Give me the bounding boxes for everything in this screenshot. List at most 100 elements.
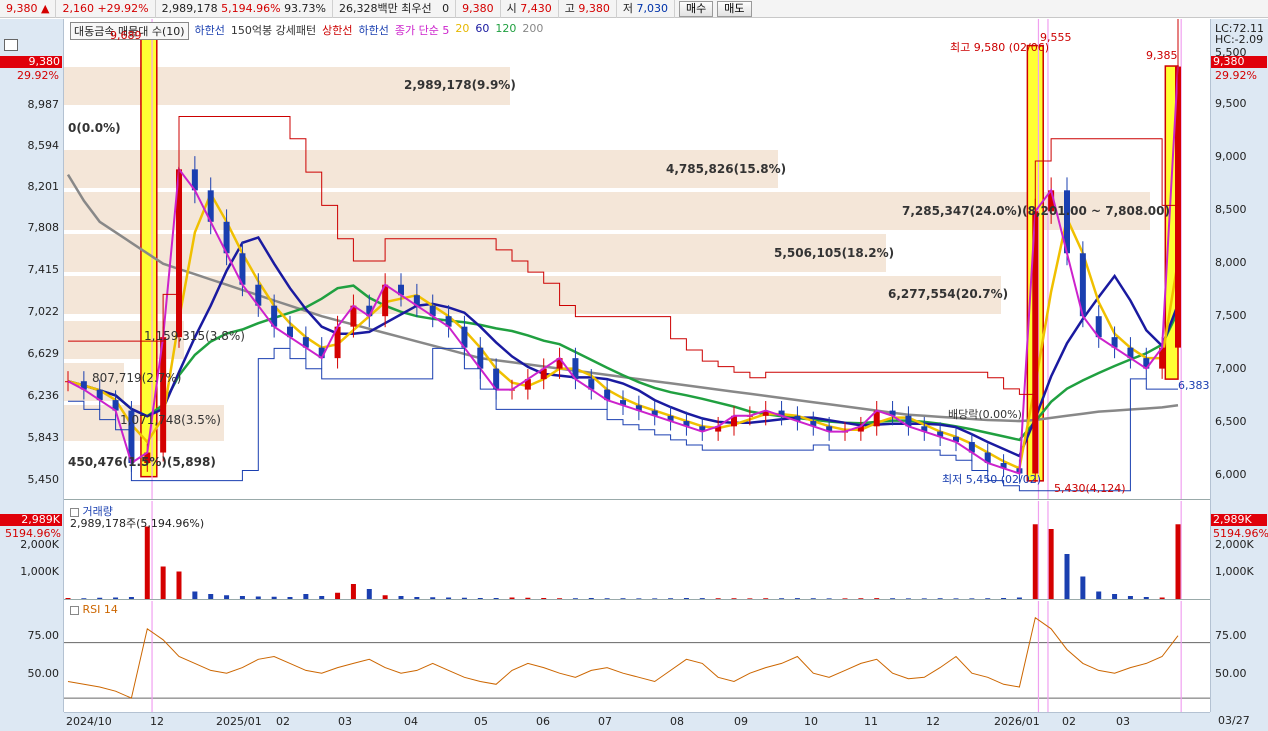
volume-bar[interactable] <box>557 598 563 599</box>
volume-bar[interactable] <box>715 598 721 599</box>
volume-bar[interactable] <box>461 597 467 599</box>
x-axis-tick: 11 <box>864 715 878 728</box>
volume-bar[interactable] <box>192 591 198 600</box>
vp-label: 5,506,105(18.2%) <box>774 246 895 260</box>
rsi-panel[interactable]: RSI 14 <box>64 601 1210 712</box>
volume-bar[interactable] <box>890 598 896 599</box>
high-left-label: 9,689 <box>110 29 142 42</box>
volume-bar[interactable] <box>858 598 864 599</box>
volume-bar[interactable] <box>1159 597 1165 600</box>
volume-bar[interactable] <box>81 598 87 599</box>
volume-bar[interactable] <box>477 598 483 599</box>
volume-bar[interactable] <box>430 597 436 599</box>
volume-bar[interactable] <box>176 571 182 600</box>
x-axis-tick: 10 <box>804 715 818 728</box>
volume-bar[interactable] <box>414 597 420 599</box>
volume-bar[interactable] <box>319 596 325 599</box>
current-price: 9,380 ▲ <box>0 0 57 18</box>
legend-item: 120 <box>495 22 517 35</box>
volume-bar[interactable] <box>905 598 911 599</box>
legend-item: 하한선 <box>194 24 225 37</box>
volume-bar[interactable] <box>1096 591 1102 600</box>
legend-item: 150억봉 강세패턴 <box>230 24 317 37</box>
volume-bar[interactable] <box>826 598 832 599</box>
hc-value: HC:-2.09 <box>1215 33 1264 46</box>
price-chart-panel[interactable]: 대동금속 매물대 수(10) 하한선 150억봉 강세패턴 상한선 하한선 종가… <box>64 19 1210 500</box>
volume-bar[interactable] <box>763 598 769 599</box>
volume-bar[interactable] <box>794 598 800 599</box>
panel-toggle-icon[interactable] <box>70 605 79 615</box>
volume-bar[interactable] <box>620 598 626 599</box>
volume-bar[interactable] <box>335 592 341 599</box>
volume-bar[interactable] <box>144 526 150 600</box>
volume-bar[interactable] <box>255 596 261 600</box>
right-axis-label: 8,500 <box>1215 203 1247 216</box>
left-axis-label: 8,987 <box>27 98 60 111</box>
volume-bar[interactable] <box>113 597 119 600</box>
volume-bar[interactable] <box>541 598 547 599</box>
volume-bar[interactable] <box>1048 529 1054 599</box>
x-axis-tick: 05 <box>474 715 488 728</box>
vp-label: 1,159,315(3.8%) <box>144 329 245 343</box>
right-axis-label: 9,500 <box>1215 97 1247 110</box>
volume-bar[interactable] <box>937 598 943 599</box>
volume-bar[interactable] <box>636 598 642 599</box>
volume-bar[interactable] <box>239 596 245 599</box>
volume-panel[interactable]: 거래량 2,989,178주(5,194.96%) <box>64 501 1210 600</box>
volume-bar[interactable] <box>747 598 753 599</box>
volume-bar[interactable] <box>271 596 277 599</box>
volume-bar[interactable] <box>525 597 531 599</box>
volume-bar[interactable] <box>1016 597 1022 600</box>
volume-bar[interactable] <box>208 594 214 599</box>
volume-bar[interactable] <box>1080 576 1086 600</box>
volume-bar[interactable] <box>921 598 927 599</box>
volume-bar[interactable] <box>699 598 705 599</box>
volume-bar[interactable] <box>731 598 737 599</box>
volume-bar[interactable] <box>985 598 991 599</box>
volume-bar[interactable] <box>446 597 452 600</box>
volume-bar[interactable] <box>160 566 166 600</box>
left-axis-label: 7,808 <box>27 221 60 234</box>
volume-chart-svg <box>65 501 1182 600</box>
volume-bar[interactable] <box>1127 596 1133 599</box>
legend-item: 20 <box>455 22 470 35</box>
volume-bar[interactable] <box>1032 524 1038 599</box>
volume-bar[interactable] <box>588 598 594 599</box>
volume-bar[interactable] <box>97 597 103 599</box>
volume-bar[interactable] <box>128 597 134 599</box>
volume-bar[interactable] <box>303 594 309 599</box>
volume-bar[interactable] <box>366 589 372 599</box>
volume-bar[interactable] <box>224 595 230 599</box>
volume-bar[interactable] <box>398 596 404 599</box>
rrsi-axis-75: 75.00 <box>1215 629 1247 642</box>
buy-button[interactable]: 매수 <box>679 0 714 17</box>
left-axis-label: 6,629 <box>27 347 60 360</box>
volume-bar[interactable] <box>509 597 515 600</box>
volume-bar[interactable] <box>810 598 816 599</box>
volume-bar[interactable] <box>382 595 388 599</box>
volume-bar[interactable] <box>953 598 959 599</box>
volume-bar[interactable] <box>652 598 658 599</box>
right-current-pct: 29.92% <box>1215 69 1257 82</box>
volume-bar[interactable] <box>1112 594 1118 599</box>
volume-bar[interactable] <box>668 598 674 599</box>
volume-bar[interactable] <box>842 598 848 599</box>
grid-menu-icon[interactable] <box>4 39 18 51</box>
volume-bar[interactable] <box>1175 524 1181 599</box>
volume-bar[interactable] <box>287 597 293 599</box>
volume-bar[interactable] <box>1001 598 1007 599</box>
volume-bar[interactable] <box>350 584 356 599</box>
volume-bar[interactable] <box>683 598 689 599</box>
volume-bar[interactable] <box>65 598 71 599</box>
volume-bar[interactable] <box>779 598 785 599</box>
volume-bar[interactable] <box>1064 554 1070 599</box>
volume-bar[interactable] <box>1143 597 1149 599</box>
x-axis-last-date: 03/27 <box>1218 714 1250 727</box>
volume-bar[interactable] <box>493 598 499 599</box>
volume-bar[interactable] <box>572 598 578 599</box>
best-ask: 9,380 <box>456 0 501 18</box>
volume-bar[interactable] <box>874 598 880 599</box>
sell-button[interactable]: 매도 <box>717 0 752 17</box>
volume-bar[interactable] <box>969 598 975 599</box>
volume-bar[interactable] <box>604 598 610 599</box>
